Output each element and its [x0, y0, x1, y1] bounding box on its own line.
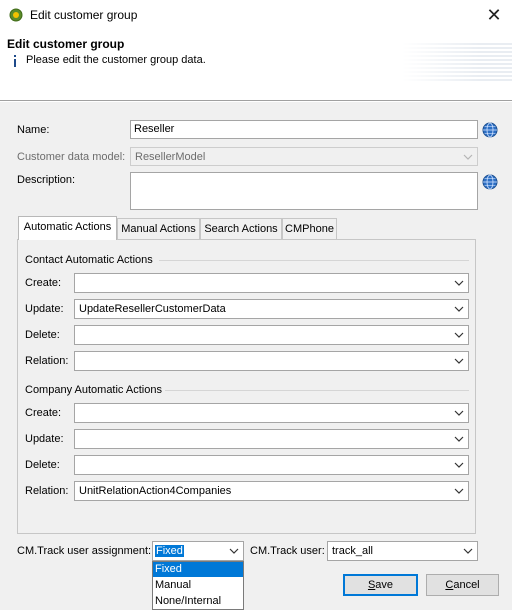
model-label: Customer data model: — [17, 151, 126, 163]
company-update-label: Update: — [25, 433, 64, 445]
assignment-value: Fixed — [155, 545, 184, 557]
window-title: Edit customer group — [30, 8, 138, 22]
chevron-down-icon — [454, 306, 464, 312]
assignment-select[interactable]: Fixed — [152, 541, 244, 561]
cancel-button-label: Cancel — [445, 579, 480, 591]
option-none-internal[interactable]: None/Internal — [153, 594, 243, 609]
header-message: Please edit the customer group data. — [26, 54, 206, 66]
company-relation-value: UnitRelationAction4Companies — [79, 485, 232, 497]
model-value: ResellerModel — [135, 151, 206, 163]
tab-automatic-actions[interactable]: Automatic Actions — [18, 216, 117, 240]
chevron-down-icon — [454, 332, 464, 338]
company-relation-select[interactable]: UnitRelationAction4Companies — [74, 481, 469, 501]
chevron-down-icon — [454, 488, 464, 494]
company-group-divider — [165, 390, 469, 391]
assignment-dropdown-list: Fixed Manual None/Internal — [152, 561, 244, 610]
tab-search-actions[interactable]: Search Actions — [200, 218, 282, 239]
company-create-label: Create: — [25, 407, 62, 419]
dialog-header: Edit customer group Please edit the cust… — [0, 31, 512, 101]
chevron-down-icon — [454, 280, 464, 286]
chevron-down-icon — [463, 548, 473, 554]
app-logo-icon — [9, 8, 23, 22]
contact-update-value: UpdateResellerCustomerData — [79, 303, 226, 315]
description-label: Description: — [17, 174, 76, 186]
chevron-down-icon — [454, 462, 464, 468]
chevron-down-icon — [454, 410, 464, 416]
company-group-title: Company Automatic Actions — [25, 384, 162, 396]
header-title: Edit customer group — [7, 37, 125, 51]
name-field[interactable]: Reseller — [130, 120, 478, 139]
contact-delete-select[interactable] — [74, 325, 469, 345]
header-decoration — [402, 43, 512, 83]
company-delete-select[interactable] — [74, 455, 469, 475]
assignment-label: CM.Track user assignment: — [17, 545, 152, 557]
contact-relation-label: Relation: — [25, 355, 69, 367]
chevron-down-icon — [454, 358, 464, 364]
close-icon: ✕ — [486, 5, 502, 25]
contact-group-divider — [159, 260, 469, 261]
company-update-select[interactable] — [74, 429, 469, 449]
contact-delete-label: Delete: — [25, 329, 60, 341]
contact-relation-select[interactable] — [74, 351, 469, 371]
company-relation-label: Relation: — [25, 485, 69, 497]
option-manual[interactable]: Manual — [153, 578, 243, 593]
cm-track-user-value: track_all — [332, 545, 373, 557]
close-button[interactable]: ✕ — [480, 3, 508, 27]
company-delete-label: Delete: — [25, 459, 60, 471]
contact-create-select[interactable] — [74, 273, 469, 293]
cm-track-user-label: CM.Track user: — [250, 545, 325, 557]
company-create-select[interactable] — [74, 403, 469, 423]
description-field[interactable] — [130, 172, 478, 210]
info-icon — [14, 55, 16, 67]
translate-globe-icon[interactable] — [482, 122, 498, 138]
save-button-label: Save — [367, 579, 394, 591]
chevron-down-icon — [229, 548, 239, 554]
option-fixed[interactable]: Fixed — [153, 562, 243, 577]
contact-update-label: Update: — [25, 303, 64, 315]
contact-group-title: Contact Automatic Actions — [25, 254, 153, 266]
title-bar: Edit customer group ✕ — [0, 0, 512, 31]
tab-manual-actions[interactable]: Manual Actions — [117, 218, 200, 239]
name-label: Name: — [17, 124, 50, 136]
contact-create-label: Create: — [25, 277, 62, 289]
save-button[interactable]: Save — [343, 574, 418, 596]
tab-cmphone[interactable]: CMPhone — [282, 218, 337, 239]
chevron-down-icon — [463, 154, 473, 160]
cm-track-user-select[interactable]: track_all — [327, 541, 478, 561]
chevron-down-icon — [454, 436, 464, 442]
contact-update-select[interactable]: UpdateResellerCustomerData — [74, 299, 469, 319]
translate-globe-icon[interactable] — [482, 174, 498, 190]
model-select: ResellerModel — [130, 147, 478, 166]
cancel-button[interactable]: Cancel — [426, 574, 499, 596]
